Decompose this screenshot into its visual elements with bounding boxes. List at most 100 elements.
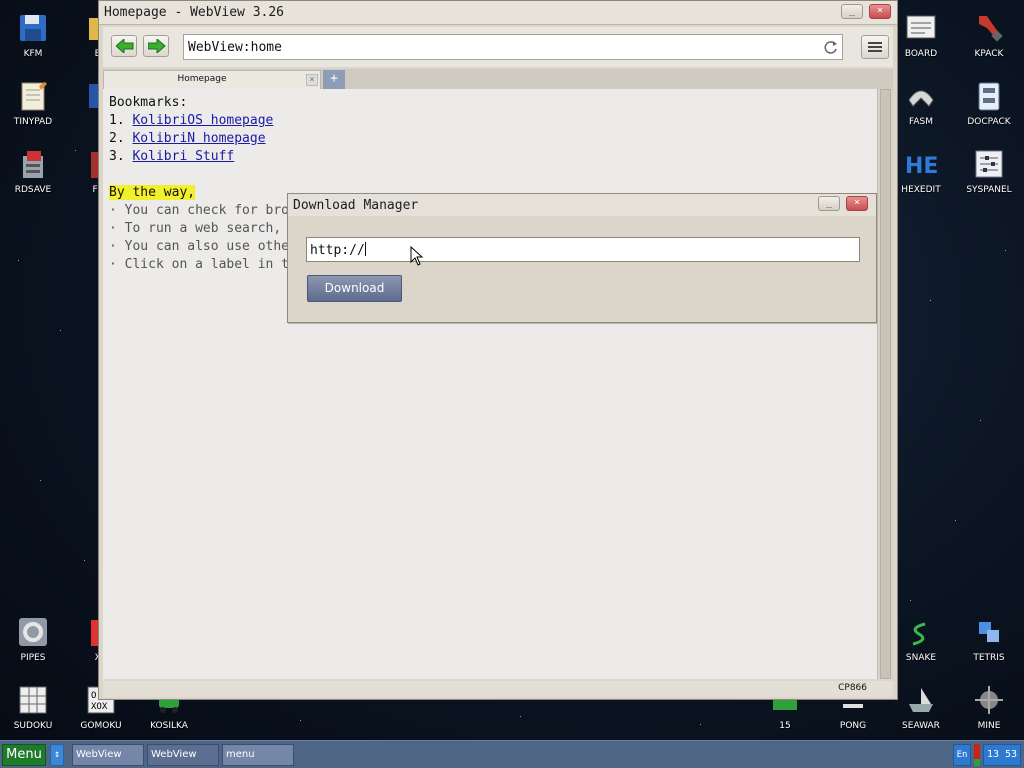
hexedit-icon: HE — [905, 148, 938, 180]
wrench-icon — [973, 12, 1005, 44]
bookmark-link[interactable]: KolibriN homepage — [132, 131, 265, 146]
bookmark-number: 2. — [109, 131, 125, 146]
browser-toolbar: WebView:home — [103, 27, 893, 67]
floppy-disk-icon — [17, 12, 49, 44]
tip-line: · You can check for bro — [109, 203, 290, 218]
swap-icon[interactable]: ↕ — [50, 744, 64, 766]
desktop-icon-hexedit[interactable]: HE HEXEDIT — [889, 140, 953, 200]
webview-window: Homepage - WebView 3.26 _ × WebView:home… — [98, 0, 898, 700]
svg-text:XOX: XOX — [91, 702, 108, 712]
bookmark-link[interactable]: KolibriOS homepage — [132, 113, 273, 128]
desktop-icon-tinypad[interactable]: TINYPAD — [1, 72, 65, 132]
bookmark-number: 1. — [109, 113, 125, 128]
board-icon — [905, 12, 937, 44]
download-url-input[interactable]: http:// — [306, 237, 860, 262]
forward-button[interactable] — [143, 35, 169, 57]
reload-icon[interactable] — [823, 39, 839, 55]
desktop-icon-mine[interactable]: MINE — [957, 676, 1021, 736]
fasm-icon — [905, 80, 937, 112]
taskbar-item-webview[interactable]: WebView — [147, 744, 219, 766]
language-indicator[interactable]: En — [953, 744, 971, 766]
desktop-icon-seawar[interactable]: SEAWAR — [889, 676, 953, 736]
dialog-title: Download Manager — [293, 198, 419, 213]
dialog-minimize-button[interactable]: _ — [818, 196, 840, 211]
mine-icon — [973, 684, 1005, 716]
notepad-icon — [17, 80, 49, 112]
back-button[interactable] — [111, 35, 137, 57]
url-text: http:// — [310, 243, 365, 258]
arrow-right-icon — [148, 39, 166, 53]
tetris-icon — [973, 616, 1005, 648]
desktop-icon-sudoku[interactable]: SUDOKU — [1, 676, 65, 736]
desktop-icon-kfm[interactable]: KFM — [1, 4, 65, 64]
page-content: Bookmarks: 1. KolibriOS homepage 2. Koli… — [103, 89, 877, 679]
hamburger-icon-line — [868, 46, 882, 48]
bookmark-item: 1. KolibriOS homepage — [109, 113, 273, 128]
address-bar[interactable]: WebView:home — [183, 34, 843, 60]
tab-label: Homepage — [177, 74, 227, 84]
docpack-icon — [973, 80, 1005, 112]
tab-close-icon[interactable]: × — [306, 74, 318, 86]
tip-line: · To run a web search, — [109, 221, 282, 236]
window-title: Homepage - WebView 3.26 — [104, 5, 285, 20]
hamburger-icon-line — [868, 42, 882, 44]
tip-line: · Click on a label in t — [109, 257, 290, 272]
status-bar: CP866 — [103, 681, 893, 697]
bookmarks-heading: Bookmarks: — [109, 95, 188, 110]
download-url-value: http:// — [310, 242, 366, 258]
desktop-icon-label: DOCPACK — [967, 117, 1011, 127]
desktop-icon-snake[interactable]: SNAKE — [889, 608, 953, 668]
text-caret — [364, 242, 366, 256]
encoding-label[interactable]: CP866 — [838, 683, 867, 693]
desktop-icon-tetris[interactable]: TETRIS — [957, 608, 1021, 668]
start-menu-button[interactable]: Menu — [2, 744, 46, 766]
desktop-icon-rdsave[interactable]: RDSAVE — [1, 140, 65, 200]
tab-homepage[interactable]: Homepage × — [103, 70, 321, 89]
desktop-icon-label: MINE — [977, 721, 1001, 731]
bookmark-link[interactable]: Kolibri Stuff — [132, 149, 234, 164]
desktop-icon-board[interactable]: BOARD — [889, 4, 953, 64]
taskbar: Menu ↕ WebView WebView menu En 13 53 — [0, 740, 1024, 768]
address-bar-value: WebView:home — [188, 40, 282, 55]
desktop-icon-label: KOSILKA — [150, 721, 188, 731]
pipes-icon — [17, 616, 49, 648]
dialog-titlebar[interactable]: Download Manager _ × — [288, 194, 876, 216]
window-titlebar[interactable]: Homepage - WebView 3.26 _ × — [99, 1, 897, 25]
snake-icon — [905, 616, 937, 648]
sudoku-icon — [17, 684, 49, 716]
seawar-icon — [905, 684, 937, 716]
taskbar-item-webview[interactable]: WebView — [72, 744, 144, 766]
desktop-icon-kpack[interactable]: KPACK — [957, 4, 1021, 64]
desktop-icon-label: SYSPANEL — [966, 185, 1012, 195]
taskbar-item-menu[interactable]: menu — [222, 744, 294, 766]
dialog-close-button[interactable]: × — [846, 196, 868, 211]
desktop-icon-label: KPACK — [974, 49, 1004, 59]
download-button[interactable]: Download — [307, 275, 402, 302]
tab-bar: Homepage × + — [103, 69, 893, 89]
syspanel-icon — [973, 148, 1005, 180]
minimize-button[interactable]: _ — [841, 4, 863, 19]
arrow-left-icon — [116, 39, 134, 53]
scrollbar-thumb[interactable] — [880, 89, 891, 679]
rdsave-icon — [17, 148, 49, 180]
bookmark-item: 3. Kolibri Stuff — [109, 149, 234, 164]
vertical-scrollbar[interactable] — [877, 89, 893, 679]
clock[interactable]: 13 53 — [983, 744, 1021, 766]
browser-menu-button[interactable] — [861, 35, 889, 59]
desktop-icon-fasm[interactable]: FASM — [889, 72, 953, 132]
download-manager-window: Download Manager _ × http:// Download — [287, 193, 877, 323]
desktop-icon-pipes[interactable]: PIPES — [1, 608, 65, 668]
bookmark-item: 2. KolibriN homepage — [109, 131, 266, 146]
hamburger-icon-line — [868, 50, 882, 52]
close-button[interactable]: × — [869, 4, 891, 19]
highlighted-text: By the way, — [109, 185, 196, 200]
svg-text:HE: HE — [905, 154, 937, 179]
tip-line: · You can also use othe — [109, 239, 290, 254]
desktop-icon-docpack[interactable]: DOCPACK — [957, 72, 1021, 132]
desktop-icon-syspanel[interactable]: SYSPANEL — [957, 140, 1021, 200]
by-the-way-heading: By the way, — [109, 185, 196, 200]
bookmark-number: 3. — [109, 149, 125, 164]
desktop-icon-label: TETRIS — [973, 653, 1005, 663]
new-tab-button[interactable]: + — [323, 70, 345, 89]
status-indicator-green — [974, 759, 980, 766]
